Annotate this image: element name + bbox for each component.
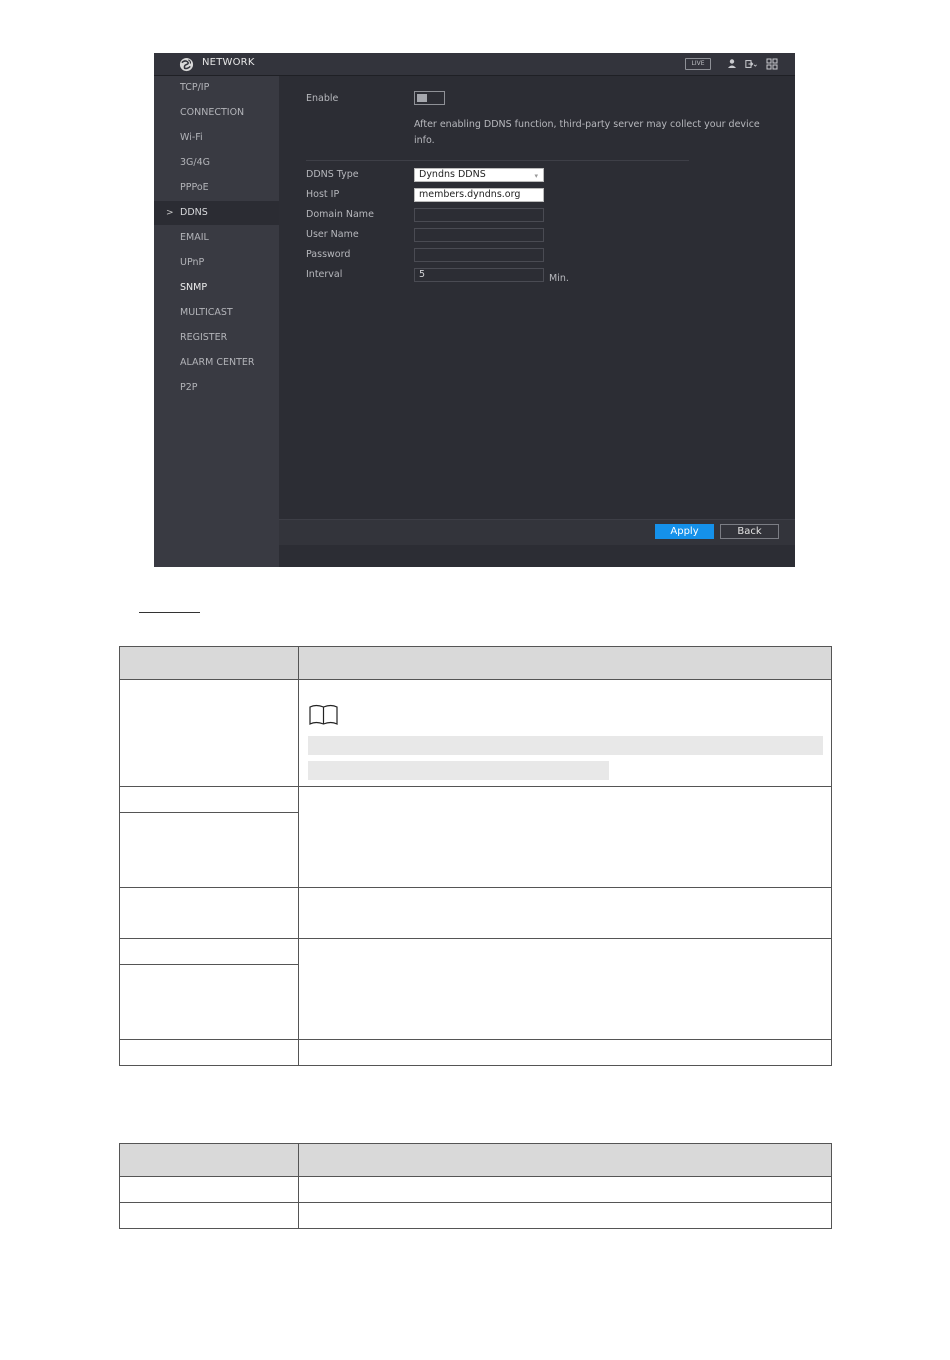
- sidebar-item-upnp[interactable]: UPnP: [154, 251, 279, 275]
- host-ip-label: Host IP: [306, 189, 340, 200]
- sidebar-item-p2p[interactable]: P2P: [154, 376, 279, 400]
- parameter-table: [119, 646, 832, 1066]
- sidebar-item-label: ALARM CENTER: [180, 357, 255, 368]
- globe-logo-icon: [179, 57, 194, 72]
- interval-unit-label: Min.: [549, 273, 569, 284]
- action-bar: Apply Back: [279, 519, 795, 545]
- sidebar-item-label: SNMP: [180, 282, 208, 293]
- table-cell: [298, 938, 832, 1040]
- header-cell: [119, 646, 299, 680]
- title-bar: NETWORK LIVE: [154, 53, 795, 76]
- redacted-note-line: [308, 761, 609, 780]
- sidebar-item-label: P2P: [180, 382, 198, 393]
- sidebar-item-label: 3G/4G: [180, 157, 211, 168]
- host-ip-field[interactable]: members.dyndns.org: [414, 188, 544, 202]
- domain-name-field[interactable]: [414, 208, 544, 222]
- dropdown-caret-icon: ▾: [534, 172, 538, 180]
- table-cell: [119, 812, 299, 888]
- user-icon[interactable]: [726, 58, 738, 70]
- interval-label: Interval: [306, 269, 343, 280]
- table-cell: [119, 786, 299, 813]
- sidebar-item-email[interactable]: EMAIL: [154, 226, 279, 250]
- table-cell: [119, 679, 299, 787]
- sidebar-item-label: TCP/IP: [180, 82, 210, 93]
- enable-toggle[interactable]: [414, 91, 445, 105]
- sidebar-item-label: PPPoE: [180, 182, 209, 193]
- table-row: [119, 938, 832, 1040]
- table-cell: [298, 887, 832, 939]
- ddns-type-label: DDNS Type: [306, 169, 359, 180]
- sidebar-item-alarm-center[interactable]: ALARM CENTER: [154, 351, 279, 375]
- domain-name-label: Domain Name: [306, 209, 374, 220]
- table-header-row: [119, 646, 832, 680]
- header-cell: [298, 646, 832, 680]
- sidebar-item-tcpip[interactable]: TCP/IP: [154, 76, 279, 100]
- book-note-icon: [309, 704, 338, 725]
- table-row: [119, 1202, 832, 1229]
- nvr-network-window: NETWORK LIVE TCP/IP CONNECTION Wi-Fi 3G/…: [154, 53, 795, 567]
- ddns-type-select[interactable]: Dyndns DDNS ▾: [414, 168, 544, 182]
- sidebar-item-connection[interactable]: CONNECTION: [154, 101, 279, 125]
- table-cell: [119, 964, 299, 1040]
- sidebar-item-label: REGISTER: [180, 332, 228, 343]
- table-cell: [119, 1039, 299, 1066]
- table-cell: [119, 1176, 299, 1203]
- redacted-note-line: [308, 736, 823, 755]
- apply-button[interactable]: Apply: [655, 524, 714, 539]
- sidebar-item-label: DDNS: [180, 207, 208, 218]
- sidebar-item-label: EMAIL: [180, 232, 209, 243]
- table-header-row: [119, 1143, 832, 1177]
- table-cell: [298, 1039, 832, 1066]
- table-row: [119, 887, 832, 939]
- underline-mark: [139, 612, 200, 613]
- table-cell: [119, 1202, 299, 1229]
- back-button[interactable]: Back: [720, 524, 779, 539]
- table-cell: [298, 1176, 832, 1203]
- table-cell: [119, 938, 299, 965]
- table-row: [119, 1176, 832, 1203]
- enable-label: Enable: [306, 93, 339, 104]
- password-field[interactable]: [414, 248, 544, 262]
- sidebar-item-wifi[interactable]: Wi-Fi: [154, 126, 279, 150]
- sidebar-item-label: CONNECTION: [180, 107, 245, 118]
- sidebar-item-label: UPnP: [180, 257, 205, 268]
- network-sidebar: TCP/IP CONNECTION Wi-Fi 3G/4G PPPoE > DDN…: [154, 76, 279, 567]
- secondary-table: [119, 1143, 832, 1229]
- user-name-label: User Name: [306, 229, 359, 240]
- sidebar-item-3g4g[interactable]: 3G/4G: [154, 151, 279, 175]
- sidebar-item-snmp[interactable]: SNMP: [154, 276, 279, 300]
- grid-icon[interactable]: [766, 58, 778, 70]
- window-title: NETWORK: [202, 57, 255, 68]
- password-label: Password: [306, 249, 351, 260]
- divider: [306, 160, 689, 161]
- table-cell: [298, 1202, 832, 1229]
- table-row: [119, 1039, 832, 1066]
- host-ip-value: members.dyndns.org: [419, 189, 521, 200]
- sidebar-item-label: Wi-Fi: [180, 132, 203, 143]
- sidebar-item-multicast[interactable]: MULTICAST: [154, 301, 279, 325]
- sidebar-item-label: MULTICAST: [180, 307, 233, 318]
- user-name-field[interactable]: [414, 228, 544, 242]
- interval-field[interactable]: 5: [414, 268, 544, 282]
- header-cell: [298, 1143, 832, 1177]
- ddns-settings-panel: Enable After enabling DDNS function, thi…: [279, 76, 795, 567]
- header-cell: [119, 1143, 299, 1177]
- sidebar-item-pppoe[interactable]: PPPoE: [154, 176, 279, 200]
- logout-icon[interactable]: [745, 58, 757, 70]
- toggle-knob: [417, 94, 427, 102]
- ddns-type-value: Dyndns DDNS: [419, 169, 486, 180]
- table-cell: [298, 786, 832, 888]
- privacy-info-text: After enabling DDNS function, third-part…: [414, 119, 760, 146]
- table-row: [119, 786, 832, 888]
- active-chevron-icon: >: [166, 208, 174, 218]
- sidebar-item-register[interactable]: REGISTER: [154, 326, 279, 350]
- table-cell: [119, 887, 299, 939]
- sidebar-item-ddns[interactable]: > DDNS: [154, 201, 279, 225]
- live-button[interactable]: LIVE: [685, 58, 711, 70]
